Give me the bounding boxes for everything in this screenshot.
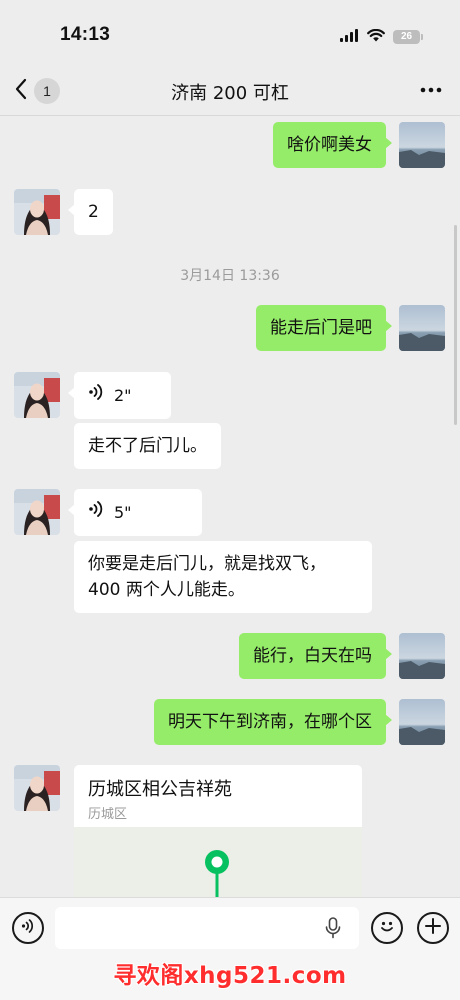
location-address: 历城区 bbox=[88, 807, 128, 822]
voice-duration: 2" bbox=[114, 385, 132, 405]
contact-message-bubble[interactable]: 2 bbox=[68, 189, 113, 235]
location-map[interactable] bbox=[74, 827, 362, 897]
message-text: 2 bbox=[88, 202, 99, 222]
status-time: 14:13 bbox=[60, 24, 111, 45]
emoji-icon bbox=[377, 916, 397, 940]
chat-header: 1 济南 200 可杠 bbox=[0, 66, 460, 116]
contact-avatar[interactable] bbox=[14, 489, 60, 535]
message-text: 啥价啊美女 bbox=[287, 135, 372, 155]
my-message-bubble[interactable]: 能行，白天在吗 bbox=[239, 633, 392, 679]
more-button[interactable] bbox=[420, 78, 442, 106]
message-text-line: 400 两个人儿能走。 bbox=[88, 580, 245, 600]
my-message-bubble[interactable]: 明天下午到济南，在哪个区 bbox=[154, 699, 392, 745]
my-avatar[interactable] bbox=[399, 305, 445, 351]
message-text: 走不了后门儿。 bbox=[88, 436, 207, 456]
status-icons: 26 bbox=[340, 27, 423, 46]
message-text: 能走后门是吧 bbox=[270, 318, 372, 338]
voice-message-bubble[interactable]: 5" bbox=[68, 489, 202, 536]
plus-icon bbox=[424, 917, 442, 939]
mic-icon[interactable] bbox=[325, 917, 341, 943]
status-bar: 14:13 26 bbox=[0, 0, 460, 66]
contact-avatar[interactable] bbox=[14, 765, 60, 811]
contact-avatar[interactable] bbox=[14, 372, 60, 418]
my-avatar[interactable] bbox=[399, 699, 445, 745]
message-text: 明天下午到济南，在哪个区 bbox=[168, 712, 372, 732]
contact-message-bubble[interactable]: 走不了后门儿。 bbox=[74, 423, 221, 469]
voice-input-icon bbox=[20, 918, 36, 938]
voice-wave-icon bbox=[88, 500, 104, 525]
wifi-icon bbox=[367, 27, 385, 46]
voice-input-button[interactable] bbox=[12, 912, 44, 944]
signal-icon bbox=[340, 27, 359, 46]
watermark: 寻欢阁xhg521.com bbox=[113, 963, 347, 989]
my-avatar[interactable] bbox=[399, 633, 445, 679]
location-title: 历城区相公吉祥苑 bbox=[88, 779, 232, 800]
more-dots-icon bbox=[420, 87, 442, 106]
my-message-bubble[interactable]: 能走后门是吧 bbox=[256, 305, 392, 351]
message-list[interactable]: 啥价啊美女 2 3月14日 13:36 能走后门是吧 2" 走不了后门儿。 5"… bbox=[0, 117, 460, 897]
voice-message-bubble[interactable]: 2" bbox=[68, 372, 171, 419]
voice-wave-icon bbox=[88, 383, 104, 408]
contact-avatar[interactable] bbox=[14, 189, 60, 235]
scrollbar[interactable] bbox=[454, 225, 457, 425]
voice-duration: 5" bbox=[114, 502, 132, 522]
my-message-bubble[interactable]: 啥价啊美女 bbox=[273, 122, 392, 168]
my-avatar[interactable] bbox=[399, 122, 445, 168]
plus-button[interactable] bbox=[417, 912, 449, 944]
contact-message-bubble[interactable]: 你要是走后门儿，就是找双飞， 400 两个人儿能走。 bbox=[74, 541, 372, 613]
message-text-line: 你要是走后门儿，就是找双飞， bbox=[88, 554, 326, 574]
chat-title: 济南 200 可杠 bbox=[171, 83, 289, 104]
timestamp: 3月14日 13:36 bbox=[180, 268, 280, 284]
map-pin-icon bbox=[200, 847, 234, 897]
message-text: 能行，白天在吗 bbox=[253, 646, 372, 666]
message-input[interactable] bbox=[55, 907, 359, 949]
battery-icon: 26 bbox=[393, 29, 423, 44]
location-card[interactable]: 历城区相公吉祥苑 历城区 bbox=[74, 765, 362, 897]
emoji-button[interactable] bbox=[371, 912, 403, 944]
